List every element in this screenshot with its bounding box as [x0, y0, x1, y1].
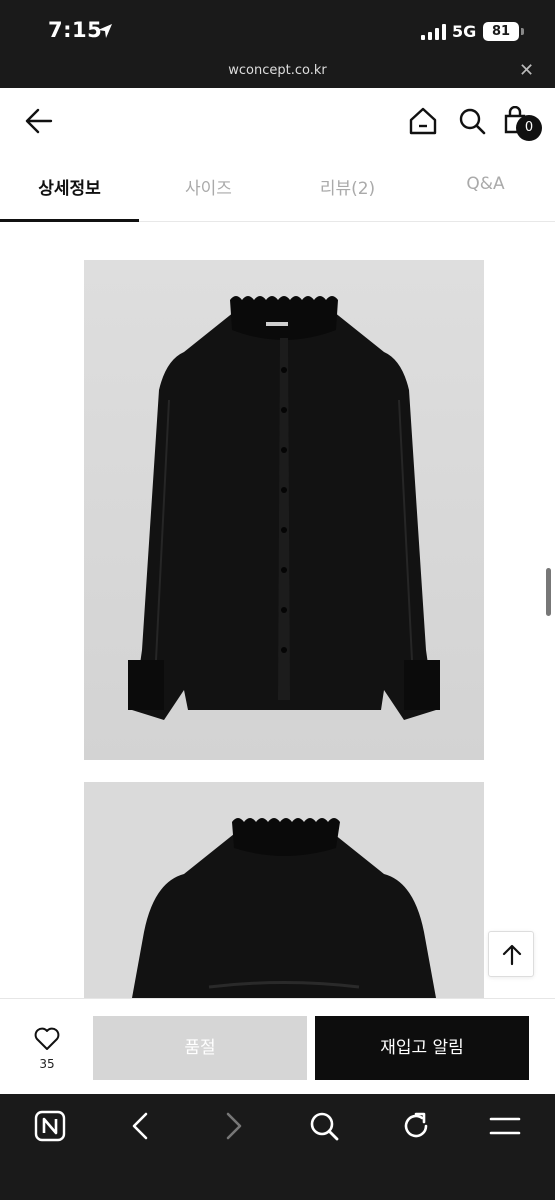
blouse-front-illustration [84, 260, 484, 760]
search-icon[interactable] [308, 1110, 340, 1142]
menu-icon[interactable] [489, 1114, 521, 1138]
active-tab-indicator [0, 219, 139, 222]
app-header [0, 88, 555, 156]
blouse-back-illustration [84, 782, 484, 998]
tab-qna[interactable]: Q&A [416, 174, 555, 194]
close-icon[interactable]: ✕ [519, 60, 534, 81]
chevron-right-icon[interactable] [220, 1110, 246, 1142]
page-scrollbar[interactable] [546, 568, 551, 616]
chevron-left-icon[interactable] [128, 1110, 154, 1142]
browser-toolbar [0, 1094, 555, 1200]
url-bar[interactable]: wconcept.co.kr ✕ [0, 58, 555, 88]
home-icon[interactable] [408, 106, 438, 136]
wishlist-button[interactable] [24, 1027, 70, 1055]
soldout-button[interactable]: 품절 [93, 1016, 307, 1080]
tab-size[interactable]: 사이즈 [139, 174, 278, 199]
tab-detail[interactable]: 상세정보 [0, 174, 139, 199]
network-type: 5G [452, 22, 477, 41]
tab-reviews[interactable]: 리뷰(2) [278, 174, 417, 199]
detail-tabs: 상세정보 사이즈 리뷰(2) Q&A [0, 156, 555, 222]
scroll-to-top-button[interactable] [488, 931, 534, 977]
status-bar: 7:15 5G 81 [0, 0, 555, 58]
signal-icon [421, 24, 446, 40]
location-arrow-icon [98, 24, 112, 38]
product-image-front [84, 260, 484, 760]
cart-count-badge: 0 [516, 115, 542, 141]
back-arrow-icon[interactable] [24, 106, 54, 136]
search-icon[interactable] [457, 106, 487, 136]
url-text[interactable]: wconcept.co.kr [0, 63, 555, 78]
arrow-up-icon [502, 944, 522, 966]
restock-alert-button[interactable]: 재입고 알림 [315, 1016, 529, 1080]
battery-level: 81 [483, 22, 519, 41]
refresh-icon[interactable] [400, 1110, 432, 1142]
naver-n-icon[interactable] [34, 1110, 66, 1142]
wishlist-count: 35 [39, 1057, 55, 1071]
status-time: 7:15 [48, 18, 103, 42]
heart-icon [34, 1027, 60, 1050]
battery-nub [521, 28, 524, 35]
product-image-back [84, 782, 484, 998]
